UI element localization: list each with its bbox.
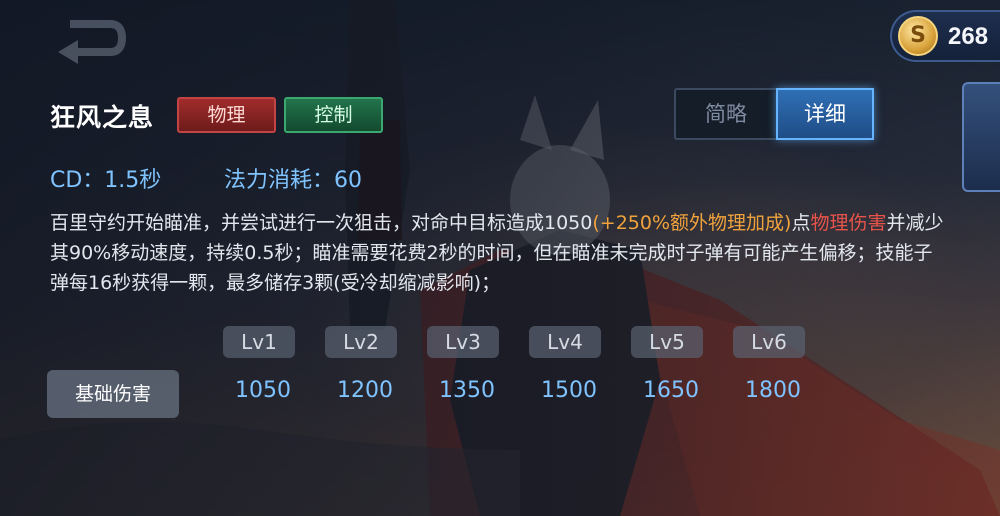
- gold-amount: 268: [948, 23, 989, 50]
- level-value: 1050: [235, 378, 291, 403]
- level-value: 1350: [439, 378, 495, 403]
- description-text: 点: [791, 212, 811, 234]
- level-value: 1800: [745, 378, 801, 403]
- level-value: 1500: [541, 378, 597, 403]
- skill-name: 狂风之息: [50, 103, 155, 132]
- description-text: 百里守约开始瞄准，并尝试进行一次狙击，对命中目标造成1050: [50, 212, 593, 234]
- mana-cost-stat: 法力消耗：60: [224, 168, 362, 193]
- back-arrow-icon[interactable]: [50, 12, 130, 72]
- tab-detail[interactable]: 详细: [776, 88, 874, 140]
- level-header: Lv1: [223, 326, 295, 358]
- tag-physical: 物理: [177, 97, 276, 133]
- skill-description: 百里守约开始瞄准，并尝试进行一次狙击，对命中目标造成1050(+250%额外物理…: [50, 208, 950, 298]
- gold-coin-icon: S: [898, 16, 938, 56]
- base-damage-label: 基础伤害: [47, 370, 179, 418]
- level-value: 1200: [337, 378, 393, 403]
- damage-type-text: 物理伤害: [810, 212, 887, 234]
- level-header: Lv2: [325, 326, 397, 358]
- bonus-scaling-text: (+250%额外物理加成): [592, 212, 792, 234]
- side-panel-tab[interactable]: [962, 82, 1000, 192]
- level-header: Lv5: [631, 326, 703, 358]
- level-value: 1650: [643, 378, 699, 403]
- tag-control: 控制: [284, 97, 383, 133]
- cooldown-stat: CD：1.5秒: [50, 168, 162, 193]
- level-header: Lv4: [529, 326, 601, 358]
- level-header: Lv3: [427, 326, 499, 358]
- tab-brief[interactable]: 简略: [676, 90, 776, 138]
- level-header: Lv6: [733, 326, 805, 358]
- description-mode-toggle: 简略 详细: [674, 88, 874, 140]
- gold-currency-display: S 268: [890, 10, 1000, 62]
